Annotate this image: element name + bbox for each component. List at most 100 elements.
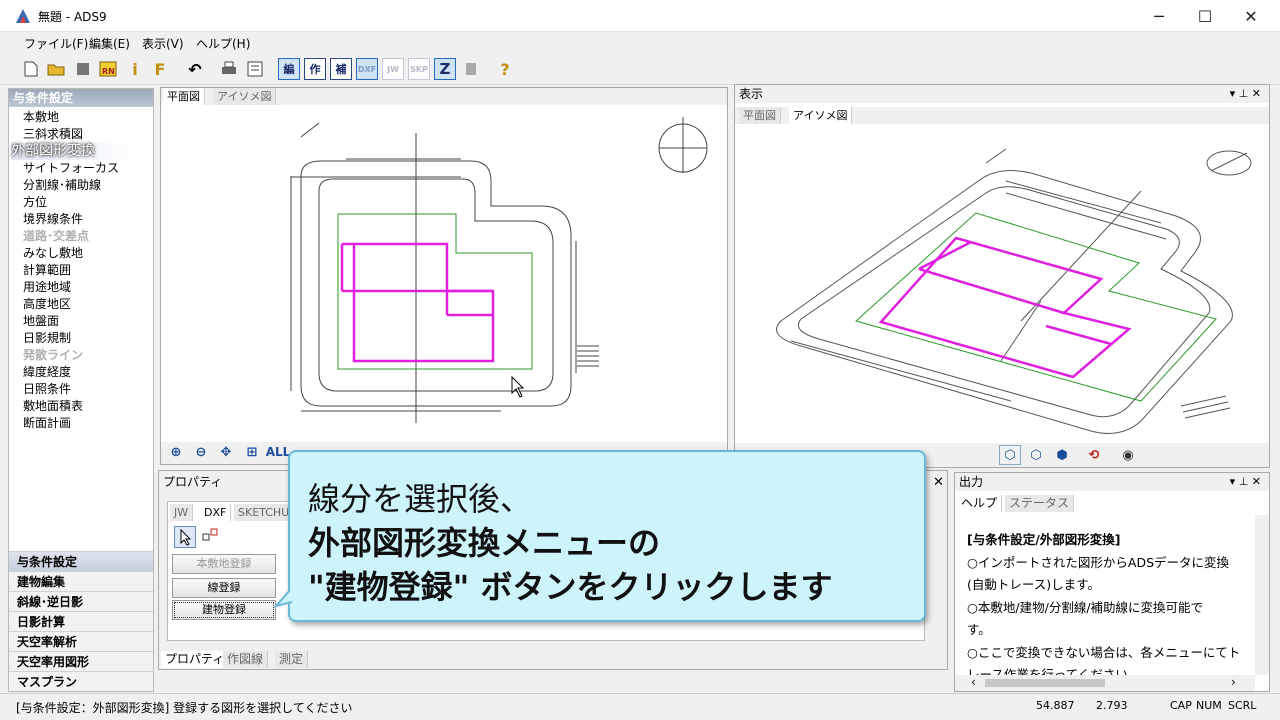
tab-dxf[interactable]: DXF — [200, 504, 232, 521]
register-building-button[interactable]: 建物登録 — [172, 600, 276, 620]
status-cap: CAP — [1170, 699, 1192, 712]
open-file-button[interactable] — [45, 58, 67, 80]
tab-measure[interactable]: 測定 — [275, 651, 309, 668]
skp-button[interactable]: SKP — [408, 58, 430, 80]
eye-button[interactable]: ◉ — [1117, 445, 1139, 465]
tab-display-isometric[interactable]: アイソメ図 — [789, 107, 853, 124]
scroll-left-icon[interactable]: ‹ — [971, 675, 976, 689]
menu-item-6[interactable]: 境界線条件 — [23, 211, 83, 228]
maximize-button[interactable]: ☐ — [1182, 0, 1228, 32]
tab-jw[interactable]: JW — [170, 504, 194, 521]
register-site-button[interactable]: 本敷地登録 — [172, 554, 276, 574]
menu-item-11[interactable]: 高度地区 — [23, 296, 71, 313]
help-button[interactable]: ? — [494, 58, 516, 80]
zoom-out-button[interactable]: ⊖ — [190, 442, 212, 462]
menu-view[interactable]: 表示(V) — [142, 35, 184, 52]
menu-item-5[interactable]: 方位 — [23, 194, 47, 211]
zoom-window-button[interactable]: ⊞ — [241, 442, 263, 462]
menu-item-18[interactable]: 断面計画 — [23, 415, 71, 432]
menu-help[interactable]: ヘルプ(H) — [196, 35, 250, 52]
menu-item-10[interactable]: 用途地域 — [23, 279, 71, 296]
plan-canvas[interactable] — [161, 105, 727, 439]
tab-drawing-lines[interactable]: 作図線 — [223, 651, 269, 668]
font-f-icon: F — [154, 59, 166, 79]
menu-item-4[interactable]: 分割線･補助線 — [23, 177, 101, 194]
iso-wire-button[interactable]: ⬡ — [999, 445, 1021, 465]
category-6[interactable]: マスプラン — [9, 671, 153, 691]
rn-icon: RN — [99, 61, 117, 77]
dxf-button[interactable]: DXF — [356, 58, 378, 80]
edit-mode-button[interactable]: 編 — [278, 58, 300, 80]
rn-button[interactable]: RN — [97, 58, 119, 80]
menu-file[interactable]: ファイル(F) — [24, 35, 88, 52]
callout-line-3: "建物登録" ボタンをクリックします — [308, 568, 833, 606]
new-file-button[interactable] — [20, 58, 42, 80]
output-pin-close[interactable]: ▾ ⊥ ✕ — [1230, 475, 1261, 488]
save-icon — [77, 63, 89, 75]
print-button[interactable] — [218, 58, 240, 80]
menu-item-0[interactable]: 本敷地 — [23, 109, 59, 126]
category-5[interactable]: 天空率用図形 — [9, 651, 153, 671]
category-1[interactable]: 建物編集 — [9, 571, 153, 591]
font-button[interactable]: F — [149, 58, 171, 80]
output-hscroll[interactable]: ‹ › — [955, 675, 1255, 691]
z-button[interactable]: Z — [434, 58, 456, 80]
menu-item-9[interactable]: 計算範囲 — [23, 262, 71, 279]
iso-hidden-button[interactable]: ⬡ — [1025, 445, 1047, 465]
menu-edit[interactable]: 編集(E) — [89, 35, 130, 52]
scroll-right-icon[interactable]: › — [1231, 675, 1236, 689]
tab-display-plan[interactable]: 平面図 — [739, 107, 781, 124]
tab-status[interactable]: ステータス — [1005, 495, 1075, 512]
zoom-in-button[interactable]: ⊕ — [165, 442, 187, 462]
properties-button[interactable] — [244, 58, 266, 80]
status-bar: [与条件設定：外部図形変換] 登録する図形を選択してください 54.887 2.… — [0, 693, 1280, 720]
menu-item-16[interactable]: 日照条件 — [23, 381, 71, 398]
save-button[interactable] — [72, 58, 94, 80]
node-tool-button[interactable] — [200, 526, 222, 548]
pan-button[interactable]: ✥ — [215, 442, 237, 462]
menu-item-1[interactable]: 三斜求積図 — [23, 126, 83, 143]
menu-item-14[interactable]: 発散ライン — [23, 347, 83, 364]
menu-item-3[interactable]: サイトフォーカス — [23, 160, 119, 177]
draw-mode-button[interactable]: 作 — [304, 58, 326, 80]
callout-pointer — [274, 589, 293, 608]
condition-panel: 与条件設定 本敷地 三斜求積図 外部図形変換 サイトフォーカス 分割線･補助線 方位 境界線… — [8, 88, 154, 692]
folder-icon — [47, 64, 65, 76]
tab-isometric[interactable]: アイソメ図 — [213, 88, 277, 105]
hscroll-thumb[interactable] — [985, 679, 1105, 687]
select-tool-button[interactable] — [174, 526, 196, 548]
info-button[interactable]: i — [124, 58, 146, 80]
menu-item-13[interactable]: 日影規制 — [23, 330, 71, 347]
category-3[interactable]: 日影計算 — [9, 611, 153, 631]
zoom-all-button[interactable]: ALL — [266, 442, 291, 462]
menu-item-7[interactable]: 道路･交差点 — [23, 228, 89, 245]
output-line: レース作業を行ってください。 — [967, 667, 1141, 675]
tab-help[interactable]: ヘルプ — [957, 495, 1003, 512]
category-4[interactable]: 天空率解析 — [9, 631, 153, 651]
category-2[interactable]: 斜線･逆日影 — [9, 591, 153, 611]
menu-item-17[interactable]: 敷地面積表 — [23, 398, 83, 415]
printer-icon — [222, 61, 236, 74]
isometric-canvas[interactable] — [735, 125, 1269, 443]
plan-view-tabs: 平面図 アイソメ図 — [161, 88, 727, 105]
iso-shade-button[interactable]: ⬢ — [1051, 445, 1073, 465]
register-line-button[interactable]: 線登録 — [172, 578, 276, 598]
category-0[interactable]: 与条件設定 — [9, 551, 153, 571]
menu-item-8[interactable]: みなし敷地 — [23, 245, 83, 262]
zoom-window-icon: ⊞ — [246, 444, 258, 460]
undo-button[interactable]: ↶ — [184, 58, 206, 80]
tab-properties[interactable]: プロパティ — [161, 651, 230, 668]
output-vscroll[interactable] — [1255, 515, 1269, 675]
close-button[interactable]: ✕ — [1228, 0, 1274, 32]
minimize-button[interactable]: ─ — [1136, 0, 1182, 32]
display-pin-close[interactable]: ▾ ⊥ ✕ — [1230, 87, 1261, 100]
tool-button[interactable] — [460, 58, 482, 80]
menu-item-2[interactable]: 外部図形変換 — [11, 143, 141, 160]
menu-item-15[interactable]: 緯度経度 — [23, 364, 71, 381]
properties-close-icon[interactable]: ✕ — [933, 475, 944, 490]
jw-button[interactable]: JW — [382, 58, 404, 80]
menu-item-12[interactable]: 地盤面 — [23, 313, 59, 330]
aux-mode-button[interactable]: 補 — [330, 58, 352, 80]
rotate-button[interactable]: ⟲ — [1083, 445, 1105, 465]
tab-plan[interactable]: 平面図 — [163, 88, 205, 105]
